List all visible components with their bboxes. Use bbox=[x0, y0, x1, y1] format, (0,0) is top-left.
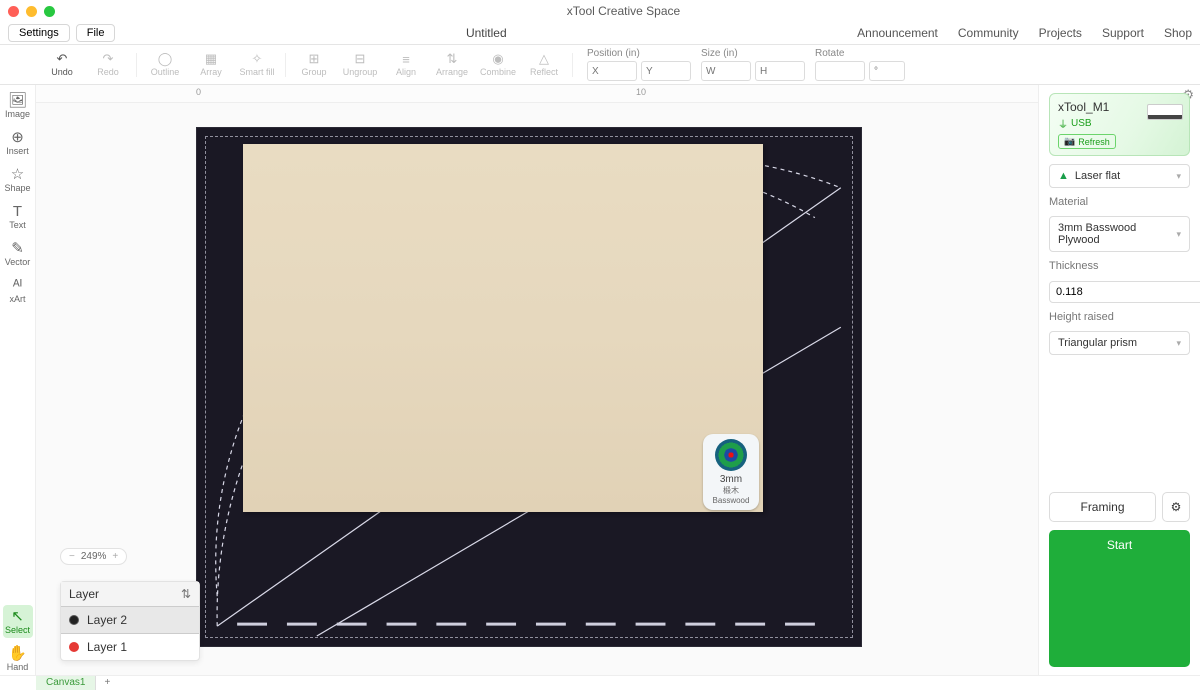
arrange-button[interactable]: ⇅Arrange bbox=[430, 47, 474, 83]
right-panel: ⚙ xTool_M1 ⏚USB 📷Refresh ▲Laser flat ▾ M… bbox=[1038, 85, 1200, 675]
tool-shape[interactable]: ☆Shape bbox=[3, 163, 33, 196]
image-icon: 🖼 bbox=[8, 92, 27, 108]
redo-button[interactable]: ↷Redo bbox=[86, 47, 130, 83]
hand-icon: ✋ bbox=[8, 645, 27, 661]
thickness-input[interactable] bbox=[1049, 281, 1200, 303]
file-button[interactable]: File bbox=[76, 24, 116, 42]
chevron-down-icon: ▾ bbox=[1176, 171, 1181, 182]
start-button[interactable]: Start bbox=[1049, 530, 1190, 667]
mode-select[interactable]: ▲Laser flat ▾ bbox=[1049, 164, 1190, 188]
ai-icon: ᴬᴵ bbox=[13, 277, 22, 293]
sticker-cn: 椴木 bbox=[723, 485, 739, 496]
zoom-control: − 249% + bbox=[60, 548, 127, 565]
zoom-value: 249% bbox=[81, 551, 107, 562]
refresh-button[interactable]: 📷Refresh bbox=[1058, 134, 1116, 149]
text-icon: T bbox=[13, 203, 22, 219]
layer-name: Layer 2 bbox=[87, 613, 127, 627]
tool-select[interactable]: ↖Select bbox=[3, 605, 33, 638]
menubar: Settings File Untitled Announcement Comm… bbox=[0, 22, 1200, 45]
layer-panel-title: Layer bbox=[69, 587, 99, 601]
tool-image[interactable]: 🖼Image bbox=[3, 89, 33, 122]
material-sticker: 3mm 椴木 Basswood bbox=[703, 434, 759, 510]
maximize-window-icon[interactable] bbox=[44, 6, 55, 17]
output-settings-button[interactable]: ⚙ bbox=[1162, 492, 1190, 522]
outline-button[interactable]: ◯Outline bbox=[143, 47, 187, 83]
zoom-out-button[interactable]: − bbox=[69, 551, 75, 562]
document-title: Untitled bbox=[115, 26, 857, 40]
reflect-button[interactable]: △Reflect bbox=[522, 47, 566, 83]
layer-color-icon bbox=[69, 642, 79, 652]
nav-projects[interactable]: Projects bbox=[1039, 26, 1082, 40]
traffic-lights bbox=[8, 6, 55, 17]
thickness-label: Thickness bbox=[1049, 260, 1190, 272]
height-raised-label: Height raised bbox=[1049, 311, 1190, 323]
connection-label: USB bbox=[1071, 118, 1092, 129]
target-icon bbox=[715, 439, 747, 471]
laser-flat-icon: ▲ bbox=[1058, 170, 1069, 182]
tool-hand[interactable]: ✋Hand bbox=[3, 642, 33, 675]
layer-row-2[interactable]: Layer 2 bbox=[61, 606, 199, 634]
nav-announcement[interactable]: Announcement bbox=[857, 26, 938, 40]
chevron-down-icon: ▾ bbox=[1176, 229, 1181, 240]
close-window-icon[interactable] bbox=[8, 6, 19, 17]
combine-button[interactable]: ◉Combine bbox=[476, 47, 520, 83]
sticker-size: 3mm bbox=[720, 474, 742, 485]
shape-icon: ☆ bbox=[11, 166, 24, 182]
array-button[interactable]: ▦Array bbox=[189, 47, 233, 83]
height-raised-select[interactable]: Triangular prism ▾ bbox=[1049, 331, 1190, 355]
bottom-bar: Canvas1 + bbox=[0, 675, 1200, 689]
canvas-tab[interactable]: Canvas1 bbox=[36, 676, 96, 690]
smartfill-button[interactable]: ✧Smart fill bbox=[235, 47, 279, 83]
size-h-input[interactable] bbox=[755, 61, 805, 81]
nav-support[interactable]: Support bbox=[1102, 26, 1144, 40]
app-title: xTool Creative Space bbox=[55, 4, 1192, 18]
tool-xart[interactable]: ᴬᴵxArt bbox=[3, 274, 33, 307]
sticker-en: Basswood bbox=[713, 496, 750, 505]
layer-panel: Layer ⇅ Layer 2 Layer 1 bbox=[60, 581, 200, 661]
zoom-in-button[interactable]: + bbox=[112, 551, 118, 562]
canvas-area[interactable]: 0 10 bbox=[36, 85, 1038, 675]
size-group: Size (in) bbox=[701, 48, 805, 81]
tool-vector[interactable]: ✎Vector bbox=[3, 237, 33, 270]
rotate-group: Rotate bbox=[815, 48, 905, 81]
tool-insert[interactable]: ⊕Insert bbox=[3, 126, 33, 159]
add-canvas-button[interactable]: + bbox=[96, 677, 118, 688]
ruler-horizontal: 0 10 bbox=[36, 85, 1038, 103]
camera-icon: 📷 bbox=[1064, 136, 1075, 147]
device-card: xTool_M1 ⏚USB 📷Refresh bbox=[1049, 93, 1190, 156]
align-button[interactable]: ≡Align bbox=[384, 47, 428, 83]
chevron-down-icon: ▾ bbox=[1176, 338, 1181, 349]
material-label: Material bbox=[1049, 196, 1190, 208]
layer-name: Layer 1 bbox=[87, 640, 127, 654]
ungroup-button[interactable]: ⊟Ungroup bbox=[338, 47, 382, 83]
insert-icon: ⊕ bbox=[11, 129, 24, 145]
cursor-icon: ↖ bbox=[11, 608, 24, 624]
position-x-input[interactable] bbox=[587, 61, 637, 81]
laser-bed: SKELETON bbox=[196, 127, 862, 647]
settings-button[interactable]: Settings bbox=[8, 24, 70, 42]
layer-row-1[interactable]: Layer 1 bbox=[61, 634, 199, 660]
rotate-input[interactable] bbox=[815, 61, 865, 81]
material-select[interactable]: 3mm Basswood Plywood ▾ bbox=[1049, 216, 1190, 252]
left-tool-strip: 🖼Image ⊕Insert ☆Shape TText ✎Vector ᴬᴵxA… bbox=[0, 85, 36, 675]
usb-icon: ⏚ bbox=[1058, 116, 1068, 131]
window-titlebar: xTool Creative Space bbox=[0, 0, 1200, 22]
framing-button[interactable]: Framing bbox=[1049, 492, 1156, 522]
nav-shop[interactable]: Shop bbox=[1164, 26, 1192, 40]
undo-button[interactable]: ↶Undo bbox=[40, 47, 84, 83]
layer-color-icon bbox=[69, 615, 79, 625]
device-thumbnail bbox=[1147, 104, 1183, 120]
layer-options-icon[interactable]: ⇅ bbox=[181, 587, 191, 601]
position-y-input[interactable] bbox=[641, 61, 691, 81]
size-w-input[interactable] bbox=[701, 61, 751, 81]
group-button[interactable]: ⊞Group bbox=[292, 47, 336, 83]
position-group: Position (in) bbox=[587, 48, 691, 81]
material-sheet: SKELETON bbox=[243, 144, 763, 512]
nav-community[interactable]: Community bbox=[958, 26, 1019, 40]
tool-text[interactable]: TText bbox=[3, 200, 33, 233]
rotate-unit[interactable] bbox=[869, 61, 905, 81]
toolbar: ↶Undo ↷Redo ◯Outline ▦Array ✧Smart fill … bbox=[0, 45, 1200, 85]
minimize-window-icon[interactable] bbox=[26, 6, 37, 17]
vector-icon: ✎ bbox=[11, 240, 24, 256]
